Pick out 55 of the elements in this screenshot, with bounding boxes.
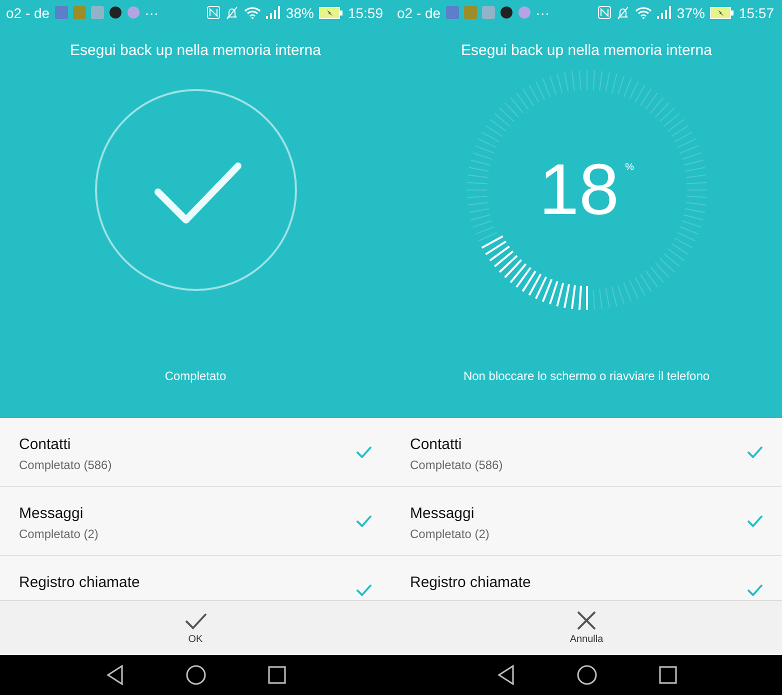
notification-icon xyxy=(500,6,513,19)
recents-icon[interactable] xyxy=(268,666,286,684)
notification-icon xyxy=(126,6,140,19)
signal-icon xyxy=(266,6,281,19)
clock-time: 15:57 xyxy=(738,4,774,20)
notification-icon xyxy=(464,6,477,19)
carrier-name: o2 - de xyxy=(397,4,441,20)
notification-icon xyxy=(518,6,531,19)
carrier-name: o2 - de xyxy=(6,4,50,20)
item-title: Contatti xyxy=(410,436,463,453)
check-icon xyxy=(184,612,206,630)
item-status: Completato (2) xyxy=(410,527,490,541)
ok-button[interactable]: OK xyxy=(0,600,391,655)
cancel-button[interactable]: Annulla xyxy=(391,600,782,655)
home-icon[interactable] xyxy=(186,665,206,685)
more-notifications: ··· xyxy=(536,4,550,20)
check-circle-icon xyxy=(94,88,298,292)
status-caption: Non bloccare lo schermo o riavviare il telefono xyxy=(463,369,710,383)
item-title: Messaggi xyxy=(19,505,84,522)
battery-icon xyxy=(318,6,343,18)
screen-title: Esegui back up nella memoria interna xyxy=(461,42,712,59)
notification-icon xyxy=(446,6,459,19)
back-icon[interactable] xyxy=(496,665,514,685)
notification-icon xyxy=(54,6,68,19)
battery-percentage: 38% xyxy=(286,4,314,20)
item-title: Messaggi xyxy=(410,505,476,522)
mute-icon xyxy=(224,6,239,20)
notification-icon xyxy=(108,6,122,19)
notification-icon xyxy=(482,6,495,19)
nfc-icon xyxy=(598,6,611,19)
screen-title: Esegui back up nella memoria interna xyxy=(70,42,321,59)
mute-icon xyxy=(616,6,630,20)
nfc-icon xyxy=(206,6,220,19)
item-status: Completato (586) xyxy=(19,458,113,472)
home-icon[interactable] xyxy=(576,665,596,685)
item-title: Registro chiamate xyxy=(19,574,141,591)
notification-icon xyxy=(90,6,104,19)
clock-time: 15:59 xyxy=(348,4,383,20)
item-title: Contatti xyxy=(19,436,72,453)
percent-sign: % xyxy=(625,162,634,173)
back-icon[interactable] xyxy=(106,665,124,685)
recents-icon[interactable] xyxy=(658,666,676,684)
wifi-icon xyxy=(244,6,261,19)
battery-icon xyxy=(710,6,734,18)
more-notifications: ··· xyxy=(144,4,159,20)
status-caption: Completato xyxy=(164,369,226,383)
close-icon xyxy=(577,611,596,630)
signal-icon xyxy=(656,6,672,19)
notification-icon xyxy=(72,6,86,19)
item-status: Completato (2) xyxy=(19,527,100,541)
wifi-icon xyxy=(634,6,652,19)
item-title: Registro chiamate xyxy=(410,574,532,591)
progress-percentage: 18 xyxy=(539,154,620,226)
item-status: Completato (586) xyxy=(410,458,504,472)
battery-percentage: 37% xyxy=(676,4,705,20)
